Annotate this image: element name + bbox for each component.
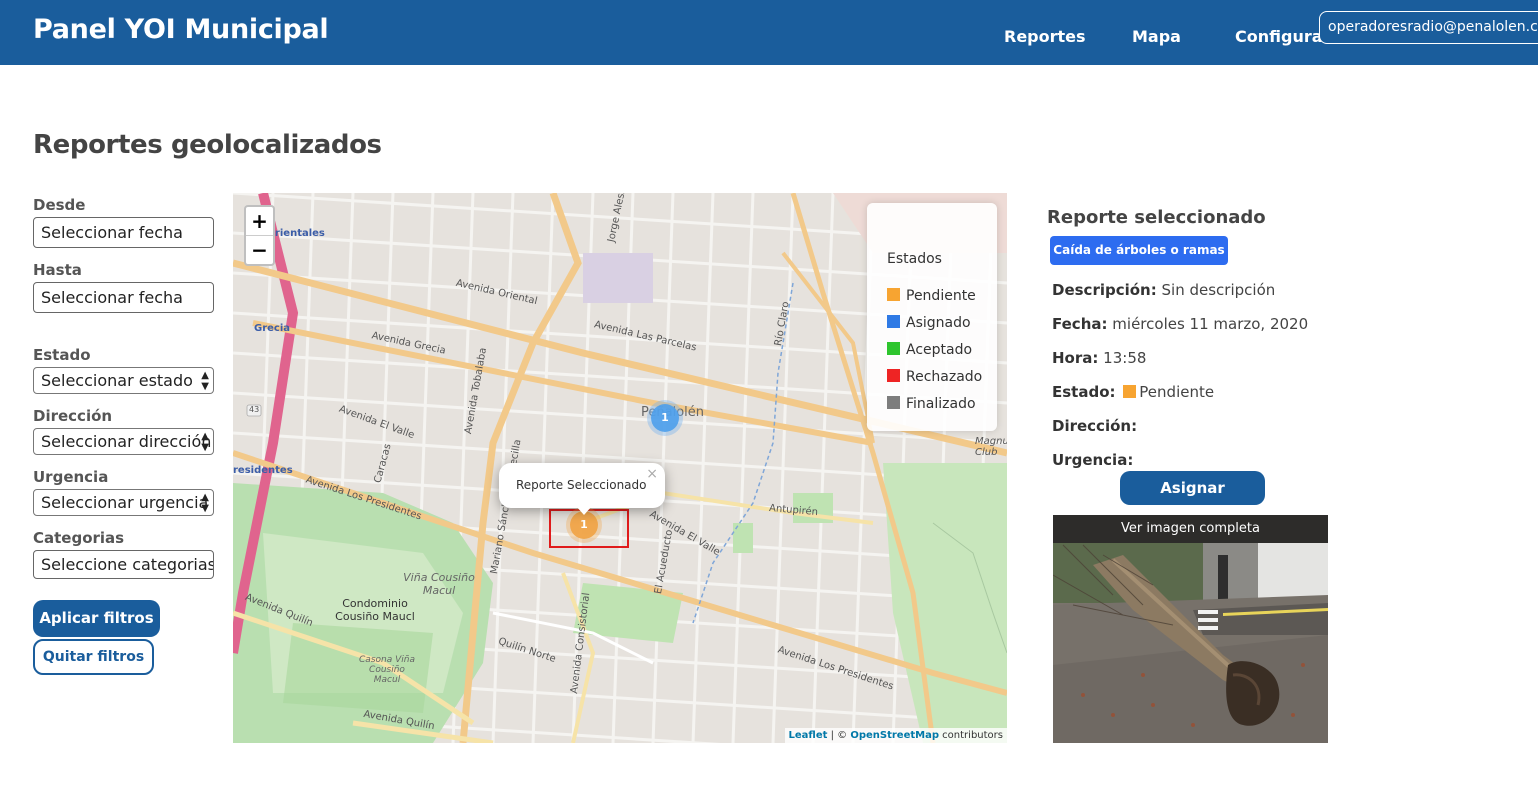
descripcion-label: Descripción:	[1052, 281, 1157, 299]
detail-fecha: Fecha: miércoles 11 marzo, 2020	[1052, 315, 1308, 333]
desde-date-input[interactable]: Seleccionar fecha	[33, 217, 214, 248]
detail-descripcion: Descripción: Sin descripción	[1052, 281, 1275, 299]
urgencia-label: Urgencia	[33, 468, 109, 486]
map-label-vina-cousino: Viña Cousiño Macul	[403, 571, 475, 597]
attribution-suffix: contributors	[939, 730, 1003, 741]
apply-filters-button[interactable]: Aplicar filtros	[33, 600, 160, 637]
clear-filters-button[interactable]: Quitar filtros	[33, 639, 154, 675]
descripcion-value: Sin descripción	[1161, 281, 1276, 299]
legend-label: Pendiente	[906, 288, 976, 304]
legend-item-aceptado: Aceptado	[887, 342, 972, 358]
selected-report-marker[interactable]: 1	[570, 511, 598, 539]
legend-label: Aceptado	[906, 342, 973, 358]
zoom-out-button[interactable]: −	[246, 236, 273, 265]
fallen-tree-photo	[1053, 515, 1328, 743]
fecha-value: miércoles 11 marzo, 2020	[1112, 315, 1309, 333]
map-label-casona: Casona Viña Cousiño Macul	[359, 655, 415, 685]
select-arrows-icon: ▲ ▼	[201, 492, 209, 514]
urgencia-select-value: Seleccionar urgencia	[41, 493, 209, 512]
detail-estado: Estado: Pendiente	[1052, 383, 1214, 401]
zoom-control: + −	[244, 205, 275, 266]
zoom-in-button[interactable]: +	[246, 207, 273, 236]
assign-button[interactable]: Asignar	[1120, 471, 1265, 505]
select-arrows-icon: ▲ ▼	[201, 431, 209, 453]
hora-label: Hora:	[1052, 349, 1099, 367]
selected-report-title: Reporte seleccionado	[1047, 207, 1266, 228]
map-label-magnus: Magnus Club	[975, 436, 1007, 458]
detail-direccion: Dirección:	[1052, 417, 1137, 435]
popup-close-icon[interactable]: ×	[646, 466, 658, 482]
estado-detail-label: Estado:	[1052, 383, 1116, 401]
estado-select[interactable]: Seleccionar estado ▲ ▼	[33, 367, 214, 394]
legend-item-asignado: Asignado	[887, 315, 971, 331]
direccion-select-value: Seleccionar dirección	[41, 432, 212, 451]
attribution-separator: | ©	[827, 730, 851, 741]
hora-value: 13:58	[1103, 349, 1147, 367]
detail-urgencia: Urgencia:	[1052, 451, 1133, 469]
detail-hora: Hora: 13:58	[1052, 349, 1146, 367]
estado-label: Estado	[33, 346, 91, 364]
nav-reportes[interactable]: Reportes	[1004, 27, 1086, 46]
estado-detail-value: Pendiente	[1139, 383, 1215, 401]
legend-item-pendiente: Pendiente	[887, 288, 976, 304]
map-label-grecia: Grecia	[254, 323, 291, 334]
legend-swatch	[887, 369, 900, 382]
report-cluster-marker[interactable]: 1	[651, 404, 679, 432]
legend-label: Finalizado	[906, 396, 976, 412]
urgencia-detail-label: Urgencia:	[1052, 451, 1134, 469]
categorias-label: Categorias	[33, 529, 125, 547]
map-label-condominio: Condominio Cousiño Maucl	[335, 597, 415, 623]
report-popup: Reporte Seleccionado ×	[499, 463, 665, 508]
map-label-route-43: 43	[249, 405, 260, 414]
top-navbar: Panel YOI Municipal Reportes Mapa Config…	[0, 0, 1538, 65]
map-attribution: Leaflet | © OpenStreetMap contributors	[784, 728, 1007, 743]
legend-label: Rechazado	[906, 369, 983, 385]
legend-swatch	[887, 396, 900, 409]
estado-swatch	[1123, 385, 1137, 398]
popup-tip	[576, 506, 592, 515]
legend-item-finalizado: Finalizado	[887, 396, 976, 412]
map-label-presidentes: residentes	[233, 465, 293, 476]
direccion-label: Dirección	[33, 407, 113, 425]
leaflet-link[interactable]: Leaflet	[789, 730, 828, 741]
legend-swatch	[887, 342, 900, 355]
page-title: Reportes geolocalizados	[33, 130, 382, 160]
hasta-date-input[interactable]: Seleccionar fecha	[33, 282, 214, 313]
select-arrows-icon: ▲ ▼	[201, 370, 209, 392]
hasta-label: Hasta	[33, 261, 82, 279]
view-full-image-caption[interactable]: Ver imagen completa	[1053, 515, 1328, 543]
desde-label: Desde	[33, 196, 86, 214]
legend-label: Asignado	[906, 315, 971, 331]
report-map[interactable]: s Orientales Grecia residentes Peñalolén…	[233, 193, 1007, 743]
urgencia-select[interactable]: Seleccionar urgencia ▲ ▼	[33, 489, 214, 516]
legend-item-rechazado: Rechazado	[887, 369, 982, 385]
category-badge: Caída de árboles o ramas	[1050, 236, 1228, 265]
popup-text: Reporte Seleccionado	[516, 478, 647, 492]
direccion-select[interactable]: Seleccionar dirección ▲ ▼	[33, 428, 214, 455]
legend-swatch	[887, 288, 900, 301]
fecha-label: Fecha:	[1052, 315, 1108, 333]
legend-title: Estados	[887, 251, 942, 267]
status-legend: Estados Pendiente Asignado Aceptado Rech…	[867, 203, 997, 431]
report-photo[interactable]: Ver imagen completa	[1053, 515, 1328, 743]
direccion-detail-label: Dirección:	[1052, 417, 1138, 435]
nav-mapa[interactable]: Mapa	[1132, 27, 1181, 46]
brand-title[interactable]: Panel YOI Municipal	[33, 14, 329, 45]
estado-select-value: Seleccionar estado	[41, 371, 193, 390]
categorias-input[interactable]: Seleccione categorias	[33, 550, 214, 579]
user-account-chip[interactable]: operadoresradio@penalolen.cl	[1319, 11, 1538, 44]
legend-swatch	[887, 315, 900, 328]
openstreetmap-link[interactable]: OpenStreetMap	[850, 730, 939, 741]
